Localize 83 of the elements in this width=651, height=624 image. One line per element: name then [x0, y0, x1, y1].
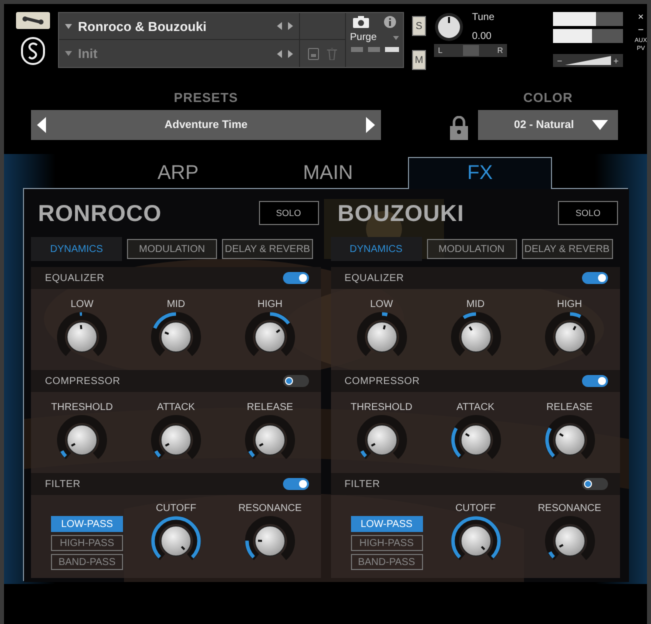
- knob-label: THRESHOLD: [350, 402, 412, 413]
- sub-tab[interactable]: DELAY & REVERB: [222, 239, 313, 259]
- next-icon[interactable]: [288, 22, 293, 30]
- color-dropdown[interactable]: 02 - Natural: [478, 110, 618, 140]
- preset-name: Adventure Time: [164, 119, 248, 131]
- filter-mode-button[interactable]: HIGH-PASS: [350, 535, 422, 551]
- knob-label: THRESHOLD: [51, 402, 113, 413]
- previous-icon[interactable]: [277, 50, 282, 58]
- solo-button[interactable]: S: [412, 16, 426, 36]
- knob-label: CUTOFF: [156, 503, 196, 514]
- level-meter: [553, 12, 623, 26]
- color-label: COLOR: [522, 90, 574, 105]
- section-title: EQUALIZER: [45, 272, 104, 284]
- section-title: COMPRESSOR: [344, 376, 420, 386]
- solo-button[interactable]: SOLO: [258, 201, 318, 225]
- toggle-switch[interactable]: [582, 478, 608, 490]
- knob-label: ATTACK: [456, 402, 494, 413]
- tune-label: Tune: [472, 12, 494, 23]
- logo-icon: [19, 37, 47, 65]
- lock-icon[interactable]: [450, 116, 468, 140]
- toggle-switch[interactable]: [582, 375, 608, 387]
- section-title: FILTER: [45, 478, 81, 490]
- tab[interactable]: ARP: [103, 157, 253, 189]
- level-meter: [553, 29, 623, 43]
- knob-label: LOW: [370, 299, 393, 310]
- previous-icon[interactable]: [277, 22, 282, 30]
- tune-value: 0.00: [472, 31, 492, 42]
- filter-mode-button[interactable]: LOW-PASS: [51, 516, 123, 532]
- sub-tab[interactable]: DELAY & REVERB: [522, 239, 612, 259]
- knob-label: HIGH: [557, 299, 582, 310]
- toggle-switch[interactable]: [282, 375, 308, 387]
- instrument-name: Ronroco & Bouzouki: [78, 18, 208, 34]
- memory-indicator-icon: [350, 47, 400, 53]
- wrench-icon: [22, 16, 44, 25]
- info-icon[interactable]: [384, 16, 396, 28]
- sub-tab[interactable]: DYNAMICS: [330, 237, 422, 261]
- section-title: EQUALIZER: [344, 272, 404, 284]
- save-icon[interactable]: [308, 48, 319, 60]
- knob-label: LOW: [70, 299, 94, 310]
- knob-label: RESONANCE: [238, 503, 302, 514]
- section-title: COMPRESSOR: [45, 376, 120, 386]
- purge-menu[interactable]: Purge: [350, 32, 377, 43]
- tune-knob[interactable]: [434, 12, 464, 42]
- filter-mode-button[interactable]: BAND-PASS: [350, 554, 422, 570]
- knob-label: HIGH: [258, 299, 282, 310]
- toggle-switch[interactable]: [282, 478, 308, 490]
- filter-mode-button[interactable]: HIGH-PASS: [51, 535, 123, 551]
- next-icon[interactable]: [288, 50, 293, 58]
- dropdown-icon[interactable]: [65, 51, 72, 56]
- knob-label: MID: [466, 299, 485, 310]
- tab[interactable]: MAIN: [253, 157, 403, 189]
- filter-mode-button[interactable]: LOW-PASS: [350, 516, 422, 532]
- sub-tab[interactable]: MODULATION: [127, 239, 217, 259]
- instrument-title: RONROCO: [38, 200, 162, 226]
- filter-mode-button[interactable]: BAND-PASS: [51, 554, 123, 570]
- toggle-switch[interactable]: [282, 272, 308, 284]
- pan-slider[interactable]: L R: [434, 44, 508, 57]
- dropdown-icon: [592, 120, 608, 130]
- presets-label: PRESETS: [172, 90, 240, 105]
- section-title: FILTER: [344, 478, 380, 490]
- close-button[interactable]: ×: [638, 12, 644, 23]
- snapshot-name: Init: [78, 46, 98, 61]
- preset-selector[interactable]: Adventure Time: [31, 110, 381, 140]
- instrument-title: BOUZOUKI: [338, 200, 464, 226]
- knob-label: RESONANCE: [538, 503, 602, 514]
- next-preset-icon[interactable]: [366, 117, 375, 133]
- minimize-button[interactable]: −: [638, 25, 644, 36]
- knob-label: RELEASE: [246, 402, 294, 413]
- toggle-switch[interactable]: [582, 272, 608, 284]
- dropdown-icon[interactable]: [393, 36, 399, 40]
- knob-label: RELEASE: [546, 402, 593, 413]
- camera-icon[interactable]: [353, 16, 369, 28]
- sub-tab[interactable]: DYNAMICS: [31, 237, 122, 261]
- previous-preset-icon[interactable]: [37, 117, 46, 133]
- knob-label: ATTACK: [157, 402, 195, 413]
- dropdown-icon[interactable]: [65, 24, 72, 28]
- settings-button[interactable]: [16, 12, 50, 29]
- tab[interactable]: FX: [408, 157, 552, 189]
- knob-label: CUTOFF: [455, 503, 496, 514]
- solo-button[interactable]: SOLO: [558, 201, 618, 225]
- sub-tab[interactable]: MODULATION: [426, 239, 516, 259]
- mute-button[interactable]: M: [412, 50, 426, 70]
- knob-label: MID: [166, 299, 186, 310]
